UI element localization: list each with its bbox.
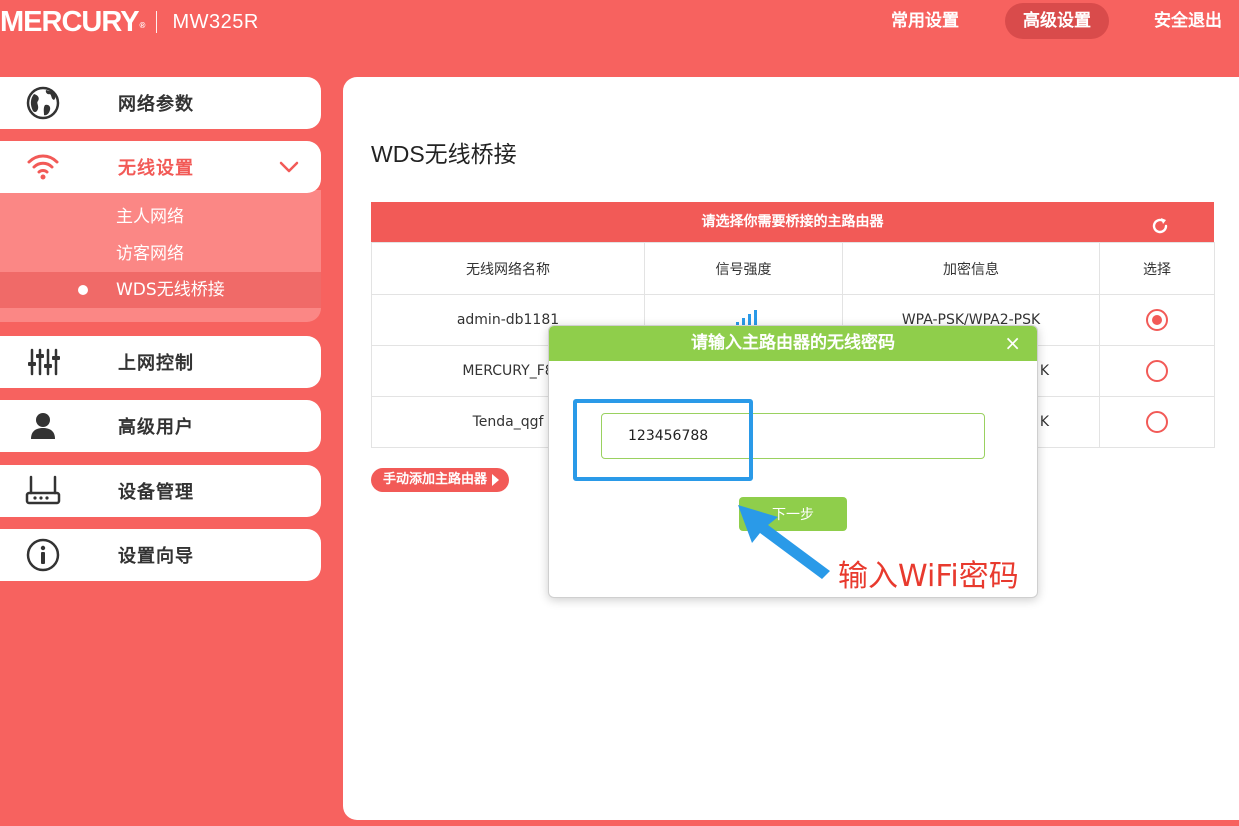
sidebar-item-internet-control[interactable]: 上网控制 — [0, 336, 321, 388]
nav-logout[interactable]: 安全退出 — [1134, 3, 1239, 39]
top-nav: 常用设置 高级设置 安全退出 — [871, 3, 1239, 39]
sidebar-item-setup-wizard[interactable]: 设置向导 — [0, 529, 321, 581]
brand-separator — [156, 11, 158, 33]
annotation-text: 输入WiFi密码 — [838, 559, 1019, 594]
sidebar-item-device-management[interactable]: 设备管理 — [0, 465, 321, 517]
highlight-box — [573, 399, 753, 481]
active-dot-icon — [78, 285, 88, 295]
nav-advanced-settings[interactable]: 高级设置 — [1005, 3, 1109, 39]
row-select — [1099, 294, 1215, 346]
model-name: MW325R — [172, 10, 259, 33]
row-select — [1099, 396, 1215, 448]
wireless-submenu: 主人网络 访客网络 WDS无线桥接 — [0, 190, 321, 322]
add-router-label: 手动添加主路由器 — [383, 472, 488, 487]
sidebar-item-label: 网络参数 — [118, 94, 194, 115]
info-icon — [25, 537, 61, 573]
brand: MERCURY® MW325R — [0, 4, 259, 40]
play-triangle-icon — [492, 474, 500, 486]
sidebar-item-wireless-settings[interactable]: 无线设置 — [0, 141, 321, 193]
row-select — [1099, 345, 1215, 397]
column-header-signal: 信号强度 — [644, 242, 843, 295]
select-radio[interactable] — [1146, 309, 1168, 331]
table-header-bar: 请选择你需要桥接的主路由器 — [371, 202, 1214, 242]
page-title: WDS无线桥接 — [371, 141, 517, 167]
sidebar-item-advanced-users[interactable]: 高级用户 — [0, 400, 321, 452]
close-icon[interactable]: × — [1004, 326, 1021, 361]
submenu-label: 访客网络 — [116, 244, 184, 264]
nav-common-settings[interactable]: 常用设置 — [871, 3, 979, 39]
submenu-wds-bridge[interactable]: WDS无线桥接 — [0, 272, 321, 308]
select-radio[interactable] — [1146, 360, 1168, 382]
column-header-select: 选择 — [1099, 242, 1215, 295]
router-icon — [25, 473, 61, 509]
sidebar-item-label: 高级用户 — [118, 417, 194, 438]
add-router-button[interactable]: 手动添加主路由器 — [371, 468, 510, 492]
submenu-host-network[interactable]: 主人网络 — [0, 199, 321, 235]
sidebar-item-label: 无线设置 — [118, 158, 194, 179]
refresh-icon[interactable] — [1150, 212, 1170, 234]
column-header-encryption: 加密信息 — [842, 242, 1100, 295]
chevron-down-icon — [277, 155, 301, 179]
brand-logo: MERCURY® — [0, 6, 145, 38]
annotation-arrow-icon — [738, 505, 830, 579]
table-column-headers: 无线网络名称 信号强度 加密信息 选择 — [371, 242, 1215, 295]
sidebar-item-label: 设备管理 — [118, 482, 194, 503]
submenu-label: 主人网络 — [116, 207, 184, 227]
sliders-icon — [25, 344, 61, 380]
sidebar-item-label: 上网控制 — [118, 353, 194, 374]
sidebar-item-network-params[interactable]: 网络参数 — [0, 77, 321, 129]
select-radio[interactable] — [1146, 411, 1168, 433]
submenu-label: WDS无线桥接 — [116, 280, 225, 300]
globe-icon — [25, 85, 61, 121]
user-icon — [25, 408, 61, 444]
submenu-guest-network[interactable]: 访客网络 — [0, 236, 321, 272]
wifi-icon — [25, 149, 61, 185]
modal-title: 请输入主路由器的无线密码 — [691, 333, 895, 353]
modal-header: 请输入主路由器的无线密码 × — [549, 326, 1037, 361]
sidebar-item-label: 设置向导 — [118, 546, 194, 567]
table-header-title: 请选择你需要桥接的主路由器 — [701, 214, 884, 230]
column-header-ssid: 无线网络名称 — [371, 242, 645, 295]
